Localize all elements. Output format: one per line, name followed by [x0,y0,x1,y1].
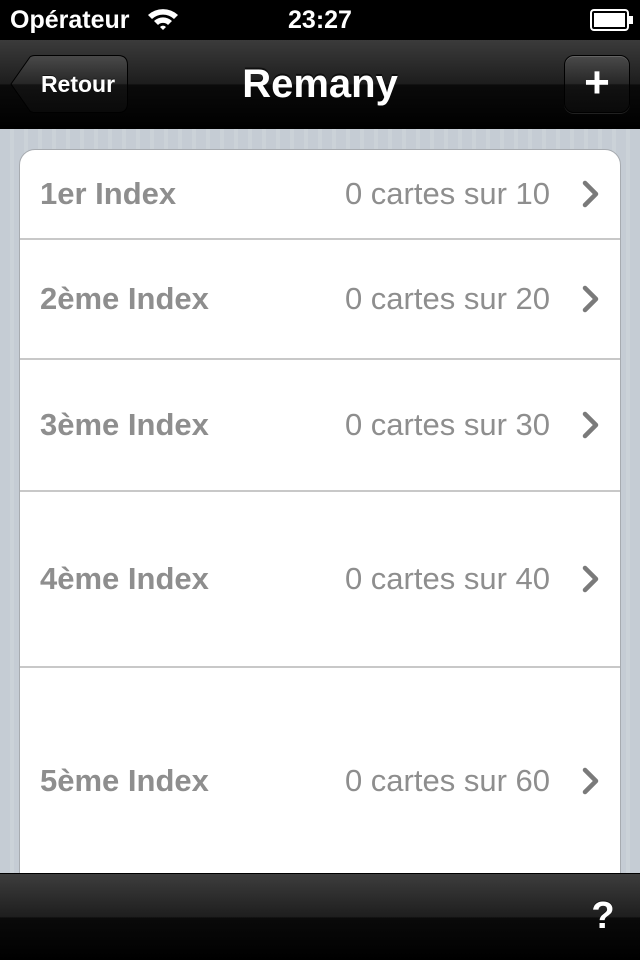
add-button[interactable]: + [564,55,630,113]
row-title: 2ème Index [40,281,209,316]
row-title: 1er Index [40,176,177,211]
status-bar: Opérateur 23:27 [0,0,640,40]
help-button[interactable]: ? [578,886,628,946]
battery-icon [590,9,634,36]
chevron-right-icon [582,285,600,318]
row-title: 4ème Index [40,561,209,596]
navigation-bar: Retour Remany + [0,40,640,129]
row-detail: 0 cartes sur 30 [344,407,550,442]
content-area: 1er Index 0 cartes sur 10 2ème Index 0 c… [0,129,640,873]
back-button[interactable]: Retour [10,55,128,113]
index-list: 1er Index 0 cartes sur 10 2ème Index 0 c… [19,149,621,873]
chevron-right-icon [582,180,600,213]
list-item[interactable]: 2ème Index 0 cartes sur 20 [20,240,620,360]
row-detail: 0 cartes sur 40 [344,561,550,596]
bottom-toolbar: ? [0,873,640,960]
back-button-label: Retour [40,71,116,97]
list-item[interactable]: 4ème Index 0 cartes sur 40 [20,492,620,668]
list-item[interactable]: 1er Index 0 cartes sur 10 [20,150,620,240]
plus-icon: + [584,58,610,107]
row-detail: 0 cartes sur 60 [344,763,550,798]
row-title: 5ème Index [40,763,209,798]
clock-time: 23:27 [288,6,352,34]
row-detail: 0 cartes sur 20 [344,281,550,316]
row-title: 3ème Index [40,407,209,442]
chevron-right-icon [582,565,600,598]
question-mark-icon: ? [591,895,615,937]
page-title: Remany [242,62,398,106]
row-detail: 0 cartes sur 10 [344,176,550,211]
list-item[interactable]: 5ème Index 0 cartes sur 60 [20,668,620,873]
list-item[interactable]: 3ème Index 0 cartes sur 30 [20,360,620,492]
chevron-right-icon [582,411,600,444]
chevron-right-icon [582,767,600,800]
